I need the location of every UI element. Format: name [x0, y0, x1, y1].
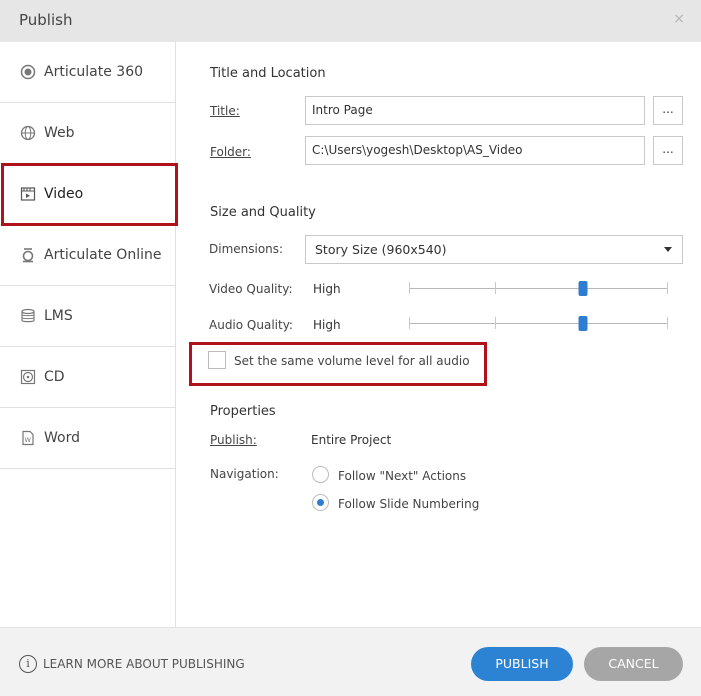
- chevron-down-icon: [664, 247, 672, 252]
- sidebar-item-label: Video: [44, 186, 84, 202]
- nav-option-label: Follow Slide Numbering: [338, 497, 480, 511]
- disc-icon: [20, 369, 36, 385]
- dimensions-select[interactable]: Story Size (960x540): [305, 235, 683, 264]
- sidebar-item-word[interactable]: W Word: [0, 408, 175, 469]
- articulate-online-icon: [20, 247, 36, 263]
- learn-more-link[interactable]: LEARN MORE ABOUT PUBLISHING: [43, 657, 245, 671]
- slider-tick: [409, 317, 410, 329]
- slider-tick: [495, 317, 496, 329]
- section-heading-size-quality: Size and Quality: [210, 205, 316, 220]
- audio-quality-value: High: [313, 318, 341, 332]
- slider-thumb[interactable]: [578, 281, 588, 296]
- sidebar: Articulate 360 Web Video Articulate Onli…: [0, 42, 176, 627]
- video-quality-label: Video Quality:: [209, 282, 293, 296]
- svg-text:W: W: [25, 436, 32, 444]
- slider-track: [409, 288, 668, 289]
- publish-value: Entire Project: [311, 433, 392, 447]
- footer: i LEARN MORE ABOUT PUBLISHING PUBLISH CA…: [0, 627, 701, 696]
- folder-label: Folder:: [210, 145, 251, 159]
- globe-icon: [20, 125, 36, 141]
- video-quality-value: High: [313, 282, 341, 296]
- folder-input[interactable]: C:\Users\yogesh\Desktop\AS_Video: [305, 136, 645, 165]
- section-heading-properties: Properties: [210, 404, 276, 419]
- title-bar: Publish ×: [0, 0, 701, 42]
- close-icon[interactable]: ×: [673, 11, 685, 27]
- dimensions-value: Story Size (960x540): [315, 242, 447, 257]
- word-document-icon: W: [20, 430, 36, 446]
- sidebar-item-cd[interactable]: CD: [0, 347, 175, 408]
- title-input[interactable]: Intro Page: [305, 96, 645, 125]
- nav-radio-slide-numbering[interactable]: [312, 494, 329, 511]
- sidebar-item-video[interactable]: Video: [0, 164, 175, 225]
- publish-label: Publish:: [210, 433, 257, 447]
- slider-tick: [495, 282, 496, 294]
- sidebar-item-web[interactable]: Web: [0, 103, 175, 164]
- sidebar-item-label: LMS: [44, 308, 73, 324]
- articulate-360-icon: [20, 64, 36, 80]
- publish-button[interactable]: PUBLISH: [471, 647, 573, 681]
- radio-selected-dot: [317, 499, 324, 506]
- folder-browse-button[interactable]: ...: [653, 136, 683, 165]
- sidebar-item-label: Articulate 360: [44, 64, 144, 80]
- same-volume-checkbox[interactable]: [208, 351, 226, 369]
- cancel-button[interactable]: CANCEL: [584, 647, 683, 681]
- sidebar-item-label: Web: [44, 125, 75, 141]
- audio-quality-slider[interactable]: [409, 316, 668, 332]
- slider-thumb[interactable]: [578, 316, 588, 331]
- database-icon: [20, 308, 36, 324]
- audio-quality-label: Audio Quality:: [209, 318, 293, 332]
- info-icon: i: [19, 655, 37, 673]
- slider-tick: [667, 317, 668, 329]
- sidebar-item-label: CD: [44, 369, 65, 385]
- video-icon: [20, 186, 36, 202]
- nav-radio-next-actions[interactable]: [312, 466, 329, 483]
- sidebar-item-label: Articulate Online: [44, 247, 162, 263]
- slider-tick: [409, 282, 410, 294]
- nav-option-label: Follow "Next" Actions: [338, 469, 467, 483]
- slider-track: [409, 323, 668, 324]
- video-quality-slider[interactable]: [409, 281, 668, 297]
- same-volume-label: Set the same volume level for all audio: [234, 354, 470, 368]
- title-label: Title:: [210, 104, 240, 118]
- slider-tick: [667, 282, 668, 294]
- sidebar-item-label: Word: [44, 430, 80, 446]
- window-title: Publish: [19, 11, 73, 29]
- dimensions-label: Dimensions:: [209, 242, 284, 256]
- sidebar-item-articulate-360[interactable]: Articulate 360: [0, 42, 175, 103]
- sidebar-item-lms[interactable]: LMS: [0, 286, 175, 347]
- title-browse-button[interactable]: ...: [653, 96, 683, 125]
- section-heading-title-location: Title and Location: [210, 66, 326, 81]
- navigation-label: Navigation:: [210, 467, 279, 481]
- sidebar-item-articulate-online[interactable]: Articulate Online: [0, 225, 175, 286]
